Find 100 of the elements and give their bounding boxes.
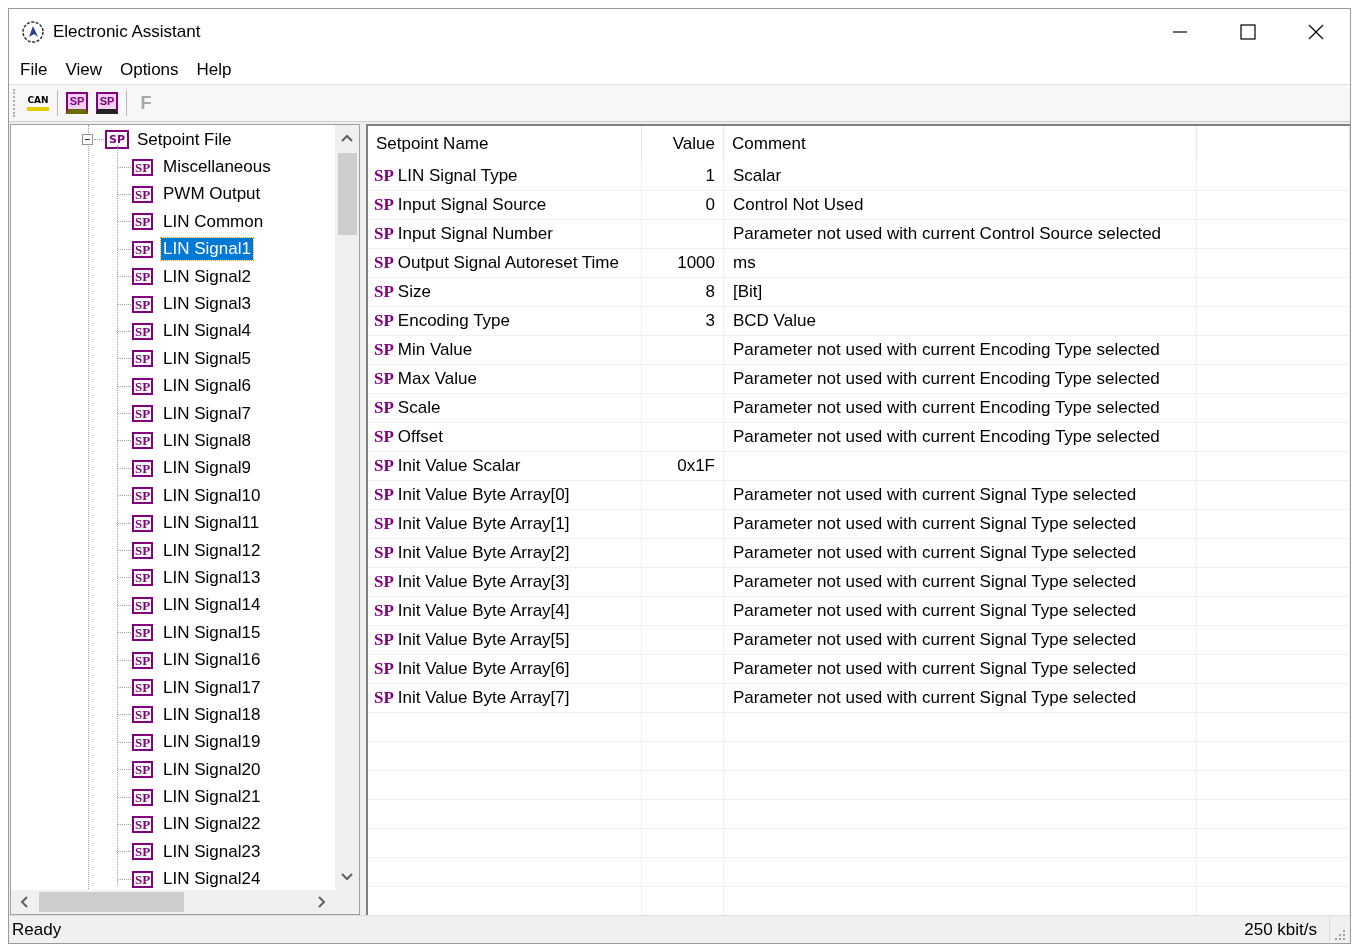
tree-item[interactable]: LIN Common [161,210,266,233]
tree-item[interactable]: LIN Signal12 [161,539,263,562]
setpoint-icon: SP [132,240,154,258]
tree-item[interactable]: LIN Signal8 [161,430,253,452]
setpoint-icon: SP [132,213,154,231]
tree-item[interactable]: LIN Signal1 [161,238,253,261]
tree-item[interactable]: LIN Signal2 [161,265,253,288]
setpoint-name: Encoding Type [397,310,510,333]
tree-item[interactable]: LIN Signal5 [161,347,253,370]
setpoint-icon: SP [132,870,154,888]
column-header[interactable]: Setpoint Name [368,126,642,162]
scroll-up-icon[interactable] [341,133,353,143]
comment-text: Parameter not used with current Signal Type selected [733,484,1137,507]
setpoint-icon: SP [132,569,154,587]
tree-item[interactable]: LIN Signal22 [161,813,263,836]
value-text: 0x1F [677,455,715,478]
setpoint-icon: SP [374,424,394,450]
setpoint-icon: SP [374,685,394,711]
comment-text: Parameter not used with current Signal Type selected [733,600,1137,623]
setpoint-icon: SP [374,337,394,363]
tree-item[interactable]: LIN Signal7 [161,402,253,425]
app-logo-icon [21,20,45,44]
scrollbar-thumb[interactable] [337,153,357,235]
collapse-toggle[interactable] [82,134,93,146]
setpoint-icon: SP [374,163,394,189]
tree-item[interactable]: LIN Signal6 [161,375,253,398]
status-text: Ready [12,918,62,941]
tree-item[interactable]: LIN Signal18 [161,703,263,726]
comment-text: Parameter not used with current Encoding Type selected [733,368,1160,391]
value-text: 8 [705,281,715,304]
tree-item[interactable]: LIN Signal3 [161,293,253,316]
setpoint-icon: SP [132,651,154,669]
vertical-scrollbar[interactable] [335,125,359,890]
setpoint-name: Offset [397,426,443,449]
value-text: 0 [705,194,715,217]
tree-item[interactable]: LIN Signal4 [161,320,253,343]
setpoint-name: LIN Signal Type [397,165,518,188]
column-header[interactable]: Comment [724,126,1197,162]
scroll-right-icon[interactable] [317,896,327,908]
setpoint-name: Input Signal Number [397,223,553,246]
setpoint-name: Init Value Byte Array[7] [397,687,570,710]
setpoint-icon: SP [132,514,154,532]
tree-item[interactable]: LIN Signal24 [161,868,263,890]
tree-item[interactable]: LIN Signal13 [161,566,263,589]
setpoint-name: Output Signal Autoreset Time [397,252,619,275]
horizontal-scrollbar[interactable] [11,890,359,914]
value-text: 3 [705,310,715,333]
scroll-down-icon[interactable] [341,872,353,882]
menu-item[interactable]: View [56,55,111,84]
setpoint-icon: SP [374,511,394,537]
setpoint-name: Max Value [397,368,477,391]
tree-item[interactable]: LIN Signal23 [161,840,263,863]
tree-item[interactable]: LIN Signal11 [161,512,262,535]
close-icon[interactable] [1308,24,1324,40]
menu-item[interactable]: Help [187,55,241,84]
menu-item[interactable]: File [11,55,57,84]
tree-item[interactable]: LIN Signal21 [161,786,263,809]
scrollbar-thumb[interactable] [39,892,184,912]
setpoint-icon: SP [132,322,154,340]
setpoint-name: Min Value [397,339,473,362]
tree-item[interactable]: LIN Signal16 [161,649,263,672]
setpoint-icon: SP [132,158,154,176]
tree-item[interactable]: PWM Output [161,183,263,206]
comment-text: BCD Value [733,310,816,333]
setpoint-icon: SP [132,432,154,450]
setpoint-name: Init Value Byte Array[0] [397,484,570,507]
tree-item[interactable]: LIN Signal14 [161,594,263,617]
toolbar-button[interactable]: CAN [23,88,53,118]
setpoint-icon: SP [132,733,154,751]
maximize-icon[interactable] [1240,24,1256,40]
setpoint-icon: SP [132,624,154,642]
tree-item[interactable]: LIN Signal15 [161,621,263,644]
menu-item[interactable]: Options [110,55,188,84]
tree-item[interactable]: LIN Signal17 [161,676,263,699]
setpoint-icon: SP [132,487,154,505]
setpoint-name: Init Value Byte Array[2] [397,542,570,565]
setpoint-icon: SP [374,250,394,276]
setpoint-name: Init Value Byte Array[1] [397,513,570,536]
setpoint-name: Init Value Byte Array[6] [397,658,570,681]
tree-item[interactable]: Setpoint File [135,126,234,153]
setpoint-name: Input Signal Source [397,194,547,217]
tree-item[interactable]: LIN Signal19 [161,731,263,754]
setpoint-icon: SP [132,350,154,368]
column-header[interactable]: Value [642,126,724,162]
setpoint-icon: SP [374,395,394,421]
tree-item[interactable]: Miscellaneous [161,156,273,179]
comment-text: Parameter not used with current Signal Type selected [733,542,1137,565]
tree-item[interactable]: LIN Signal20 [161,758,263,781]
setpoint-icon: SP [132,815,154,833]
tree-item[interactable]: LIN Signal9 [161,457,253,480]
setpoint-icon: SP [132,295,154,313]
setpoint-icon: SP [132,542,154,560]
scroll-left-icon[interactable] [19,896,29,908]
tree-item[interactable]: LIN Signal10 [161,484,263,507]
comment-text: Parameter not used with current Signal Type selected [733,513,1137,536]
comment-text: Parameter not used with current Control Source selected [733,223,1162,246]
setpoint-icon: SP [132,405,154,423]
resize-grip-icon[interactable] [1334,928,1346,941]
setpoint-icon: SP [132,679,154,696]
setpoint-icon: SP [132,459,154,477]
